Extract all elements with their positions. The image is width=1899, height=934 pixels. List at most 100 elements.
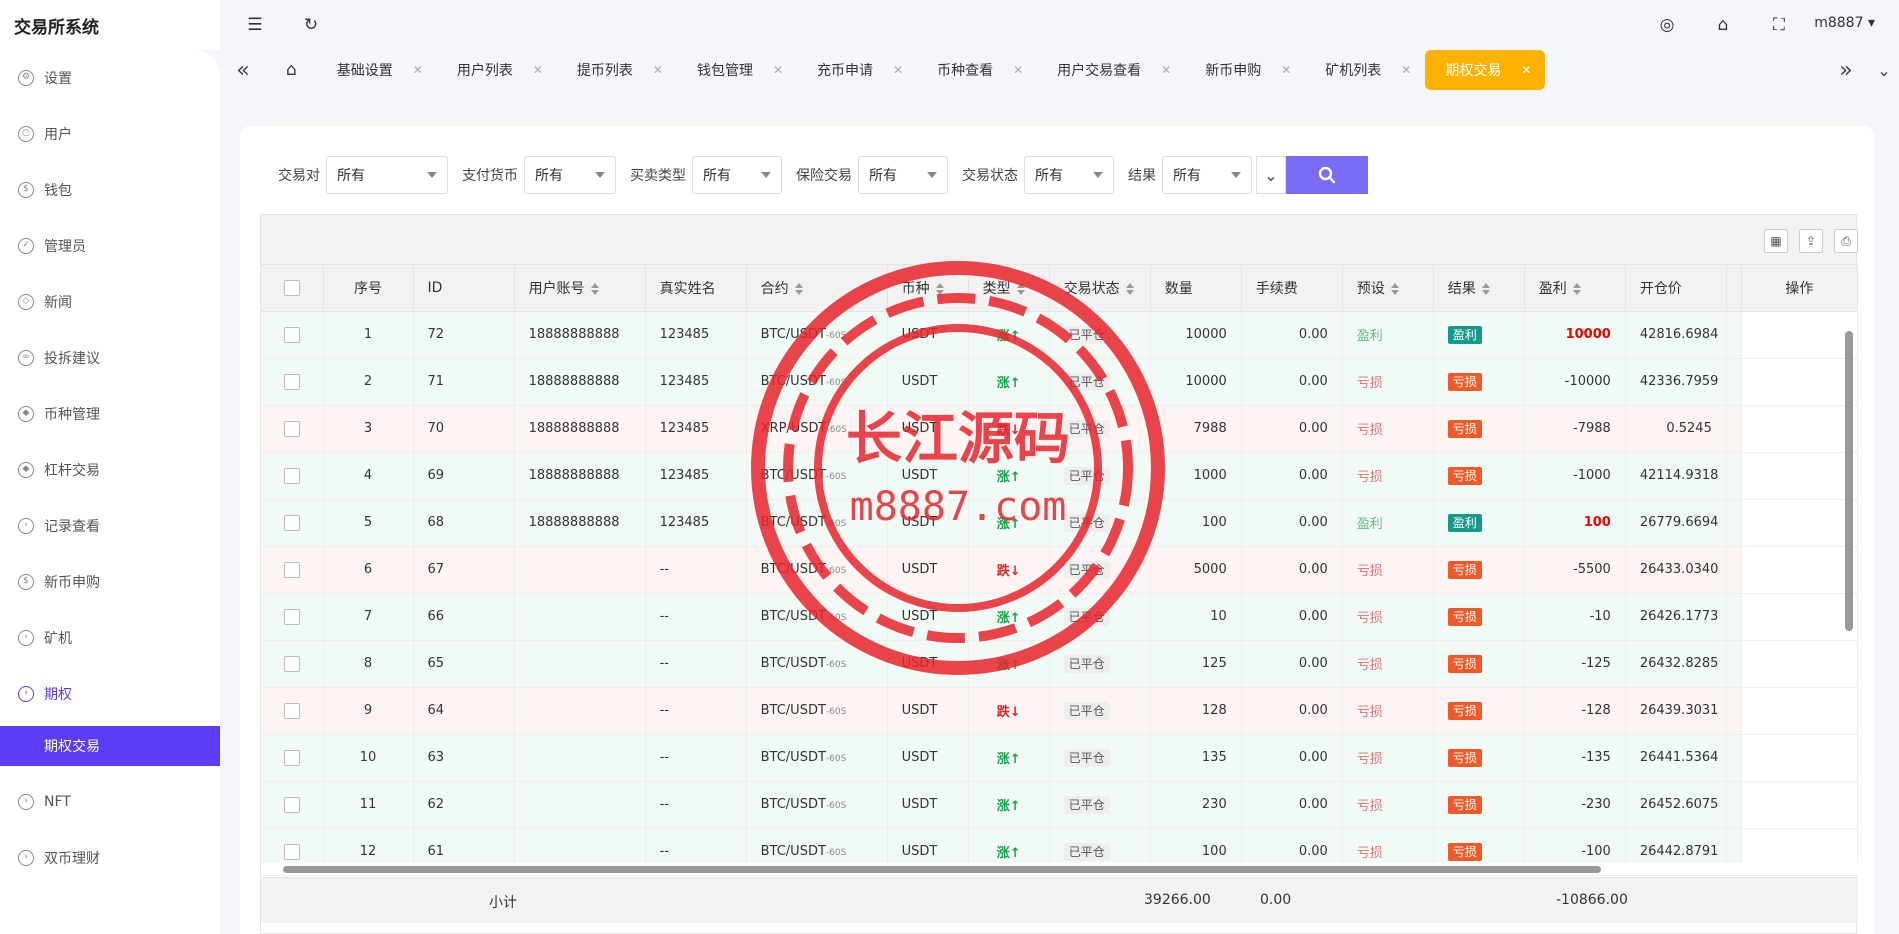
cell-operation[interactable] xyxy=(1740,499,1859,547)
tabs-scroll-right-icon[interactable]: » xyxy=(1823,58,1869,83)
header-status[interactable]: 交易状态 xyxy=(1049,265,1151,312)
close-icon[interactable]: ✕ xyxy=(773,63,783,77)
header-account[interactable]: 用户账号 xyxy=(514,265,646,312)
sidebar-item[interactable]: ◆ 币种管理 xyxy=(0,386,220,442)
row-checkbox[interactable] xyxy=(283,373,300,390)
row-checkbox[interactable] xyxy=(283,467,300,484)
row-checkbox[interactable] xyxy=(283,420,300,437)
row-checkbox[interactable] xyxy=(283,702,300,719)
sidebar-item[interactable]: $ 钱包 xyxy=(0,162,220,218)
close-icon[interactable]: ✕ xyxy=(653,63,663,77)
refresh-icon[interactable]: ↻ xyxy=(300,14,322,36)
sidebar-item[interactable]: $ 新币申购 xyxy=(0,554,220,610)
tag-icon[interactable]: ⌂ xyxy=(1712,14,1734,36)
tab[interactable]: 基础设置 ✕ xyxy=(317,50,437,90)
tab[interactable]: 新币申购 ✕ xyxy=(1185,50,1305,90)
cell-operation[interactable] xyxy=(1740,546,1859,594)
tab[interactable]: 用户列表 ✕ xyxy=(437,50,557,90)
row-checkbox[interactable] xyxy=(283,514,300,531)
header-preset[interactable]: 预设 xyxy=(1342,265,1434,312)
table-row[interactable]: 8 65 -- BTC/USDT-60S USDT 涨↑ 已平仓 125 0.00 亏损 亏损 -12… xyxy=(261,640,1859,688)
cell-operation[interactable] xyxy=(1740,781,1859,829)
tab[interactable]: 用户交易查看 ✕ xyxy=(1037,50,1185,90)
cell-operation[interactable] xyxy=(1740,405,1859,453)
home-tab-icon[interactable]: ⌂ xyxy=(266,50,317,90)
filter-select[interactable]: 所有 xyxy=(326,156,448,194)
cell-operation[interactable] xyxy=(1740,640,1859,688)
user-menu[interactable]: m8887 ▾ xyxy=(1814,15,1875,31)
horizontal-scroll-thumb[interactable] xyxy=(283,866,1601,873)
tab[interactable]: 币种查看 ✕ xyxy=(917,50,1037,90)
vertical-scrollbar[interactable] xyxy=(1843,313,1855,861)
sidebar-item[interactable]: › 双币理财 xyxy=(0,830,220,886)
sort-icon[interactable] xyxy=(590,282,599,295)
tab[interactable]: 钱包管理 ✕ xyxy=(677,50,797,90)
sort-icon[interactable] xyxy=(794,282,803,295)
sidebar-item[interactable]: ◆ 杠杆交易 xyxy=(0,442,220,498)
close-icon[interactable]: ✕ xyxy=(1521,63,1531,77)
tabs-scroll-left-icon[interactable]: « xyxy=(220,58,266,83)
header-contract[interactable]: 合约 xyxy=(746,265,888,312)
sidebar-item[interactable]: ◇ 新闻 xyxy=(0,274,220,330)
filter-select[interactable]: 所有 xyxy=(1024,156,1114,194)
row-checkbox[interactable] xyxy=(283,796,300,813)
search-button[interactable] xyxy=(1286,156,1368,194)
sort-icon[interactable] xyxy=(1016,282,1025,295)
export-icon[interactable]: ⇪ xyxy=(1799,229,1823,253)
expand-filters-chevron-icon[interactable]: ⌄ xyxy=(1256,156,1286,194)
sidebar-item[interactable]: ⚙ 设置 xyxy=(0,50,220,106)
row-checkbox[interactable] xyxy=(283,655,300,672)
close-icon[interactable]: ✕ xyxy=(1013,63,1023,77)
close-icon[interactable]: ✕ xyxy=(533,63,543,77)
row-checkbox[interactable] xyxy=(283,561,300,578)
tabs-menu-chevron-icon[interactable]: ⌄ xyxy=(1869,61,1899,80)
row-checkbox[interactable] xyxy=(283,608,300,625)
cell-operation[interactable] xyxy=(1740,452,1859,500)
row-checkbox[interactable] xyxy=(283,843,300,860)
sort-icon[interactable] xyxy=(935,282,944,295)
collapse-menu-icon[interactable]: ☰ xyxy=(244,14,266,36)
table-row[interactable]: 11 62 -- BTC/USDT-60S USDT 涨↑ 已平仓 230 0.00 亏损 亏损 -2… xyxy=(261,781,1859,829)
table-row[interactable]: 1 72 18888888888 123485 BTC/USDT-60S USDT 涨↑ 已平… xyxy=(261,311,1859,359)
close-icon[interactable]: ✕ xyxy=(1401,63,1411,77)
table-row[interactable]: 10 63 -- BTC/USDT-60S USDT 涨↑ 已平仓 135 0.00 亏损 亏损 -1… xyxy=(261,734,1859,782)
filter-select[interactable]: 所有 xyxy=(858,156,948,194)
table-row[interactable]: 3 70 18888888888 123485 XRP/USDT-60S USDT 跌↓ 已平… xyxy=(261,405,1859,453)
sort-icon[interactable] xyxy=(1481,282,1490,295)
header-profit[interactable]: 盈利 xyxy=(1524,265,1626,312)
sidebar-item[interactable]: › NFT xyxy=(0,774,220,830)
sidebar-item[interactable]: ✓ 管理员 xyxy=(0,218,220,274)
cell-operation[interactable] xyxy=(1740,734,1859,782)
close-icon[interactable]: ✕ xyxy=(413,63,423,77)
tab[interactable]: 充币申请 ✕ xyxy=(797,50,917,90)
table-row[interactable]: 6 67 -- BTC/USDT-60S USDT 跌↓ 已平仓 5000 0.00 亏损 亏损 -5… xyxy=(261,546,1859,594)
sort-icon[interactable] xyxy=(1125,282,1134,295)
sidebar-item[interactable]: › 期权 xyxy=(0,666,220,722)
select-all-checkbox[interactable] xyxy=(283,279,300,296)
columns-icon[interactable]: ▦ xyxy=(1764,229,1788,253)
vertical-scroll-thumb[interactable] xyxy=(1845,331,1853,631)
cell-operation[interactable] xyxy=(1740,311,1859,359)
cell-operation[interactable] xyxy=(1740,358,1859,406)
cell-operation[interactable] xyxy=(1740,687,1859,735)
sort-icon[interactable] xyxy=(1390,282,1399,295)
horizontal-scrollbar[interactable] xyxy=(261,863,1858,875)
table-row[interactable]: 9 64 -- BTC/USDT-60S USDT 跌↓ 已平仓 128 0.00 亏损 亏损 -12… xyxy=(261,687,1859,735)
tab[interactable]: 矿机列表 ✕ xyxy=(1305,50,1425,90)
row-checkbox[interactable] xyxy=(283,326,300,343)
palette-icon[interactable]: ◎ xyxy=(1656,14,1678,36)
header-currency[interactable]: 币种 xyxy=(887,265,969,312)
row-checkbox[interactable] xyxy=(283,749,300,766)
header-result[interactable]: 结果 xyxy=(1433,265,1525,312)
tab[interactable]: 提币列表 ✕ xyxy=(557,50,677,90)
filter-select[interactable]: 所有 xyxy=(692,156,782,194)
sort-icon[interactable] xyxy=(1572,282,1581,295)
filter-select[interactable]: 所有 xyxy=(524,156,616,194)
table-row[interactable]: 4 69 18888888888 123485 BTC/USDT-60S USDT 涨↑ 已平… xyxy=(261,452,1859,500)
close-icon[interactable]: ✕ xyxy=(893,63,903,77)
close-icon[interactable]: ✕ xyxy=(1281,63,1291,77)
sidebar-item[interactable]: › 记录查看 xyxy=(0,498,220,554)
table-row[interactable]: 5 68 18888888888 123485 BTC/USDT-60S USDT 涨↑ 已平… xyxy=(261,499,1859,547)
tab[interactable]: 期权交易 ✕ xyxy=(1425,50,1546,90)
sidebar-item[interactable]: ∞ 投拆建议 xyxy=(0,330,220,386)
